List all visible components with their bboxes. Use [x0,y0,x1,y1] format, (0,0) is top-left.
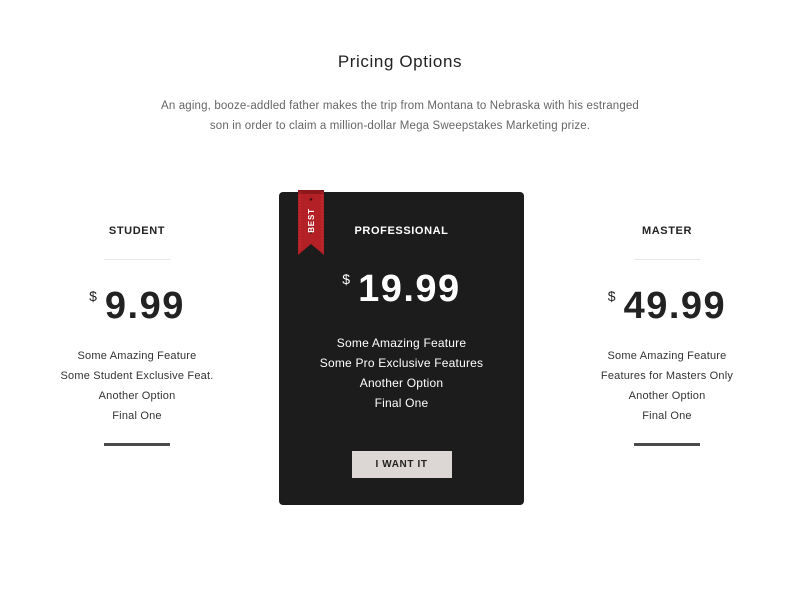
page-title: Pricing Options [337,52,463,71]
plan-price: $49.99 [567,284,767,328]
feature-list: Some Amazing Feature Some Pro Exclusive … [279,333,524,413]
pricing-page: Pricing Options An aging, booze-addled f… [0,0,800,600]
plan-bottom-bar [634,443,700,446]
best-badge-label: BEST [306,207,316,233]
price-amount: 19.99 [358,268,461,310]
feature-item: Final One [642,410,692,422]
currency-symbol: $ [89,288,97,304]
plan-divider [634,259,700,260]
plan-divider [104,259,170,260]
plan-student: STUDENT $9.99 Some Amazing Feature Some … [37,215,237,446]
feature-item: Some Amazing Feature [607,350,727,362]
feature-item: Features for Masters Only [600,370,734,382]
feature-item: Final One [374,396,429,410]
feature-item: Some Amazing Feature [77,350,197,362]
plan-master: MASTER $49.99 Some Amazing Feature Featu… [567,215,767,446]
plan-name: MASTER [641,225,693,237]
feature-list: Some Amazing Feature Some Student Exclus… [37,346,237,426]
feature-item: Another Option [98,390,176,402]
plan-bottom-bar [104,443,170,446]
currency-symbol: $ [342,271,351,287]
i-want-it-button[interactable]: I WANT IT [351,451,452,478]
feature-list: Some Amazing Feature Features for Master… [567,346,767,426]
feature-item: Final One [112,410,162,422]
feature-item: Another Option [359,376,444,390]
best-badge: BEST [299,200,323,240]
plan-price: $19.99 [279,267,524,311]
feature-item: Another Option [628,390,706,402]
price-amount: 9.99 [104,285,185,327]
feature-item: Some Pro Exclusive Features [319,356,484,370]
page-description: An aging, booze-addled father makes the … [161,100,639,132]
feature-item: Some Amazing Feature [336,336,467,350]
currency-symbol: $ [607,288,616,304]
feature-item: Some Student Exclusive Feat. [60,370,214,382]
plan-price: $9.99 [37,284,237,328]
plan-name: STUDENT [108,225,166,237]
price-amount: 49.99 [623,285,727,327]
